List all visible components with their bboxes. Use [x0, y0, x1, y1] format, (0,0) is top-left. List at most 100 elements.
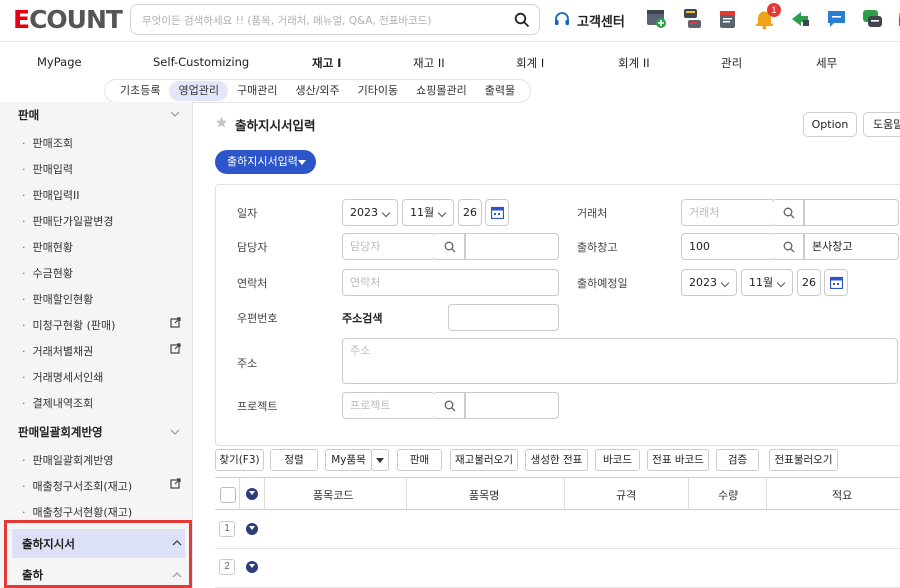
sidebar-item[interactable]: 판매할인현황: [22, 291, 94, 307]
barcode-button[interactable]: 바코드: [595, 449, 640, 471]
messenger-icon[interactable]: [861, 7, 884, 30]
external-link-icon[interactable]: [170, 343, 181, 354]
created-slip-button[interactable]: 생성한 전표: [525, 449, 588, 471]
sidebar-group-shipping-order[interactable]: 출하지시서: [12, 529, 185, 558]
down-arrow-icon[interactable]: [246, 488, 258, 500]
zip-input[interactable]: [448, 304, 559, 331]
find-button[interactable]: 찾기(F3): [215, 449, 264, 471]
chat-icon[interactable]: [825, 7, 848, 30]
subnav-print[interactable]: 출력물: [476, 81, 524, 101]
nav-tax[interactable]: 세무: [816, 55, 837, 71]
load-slip-button[interactable]: 전표불러오기: [769, 449, 838, 471]
sidebar-group-shipping[interactable]: 출하: [22, 567, 43, 583]
search-input[interactable]: 무엇이든 검색하세요 !! (품목, 거래처, 메뉴얼, Q&A, 전표바코드): [142, 13, 431, 28]
nav-management[interactable]: 관리: [721, 55, 742, 71]
sidebar-item[interactable]: 미청구현황 (판매): [22, 317, 116, 333]
col-quantity[interactable]: 수량: [718, 487, 738, 503]
subnav-production[interactable]: 생산/외주: [286, 81, 348, 101]
contact-input[interactable]: 연락처: [342, 269, 559, 296]
ship-year-select[interactable]: 2023: [681, 269, 737, 296]
manager-search-button[interactable]: [435, 233, 465, 260]
subnav-other-transfer[interactable]: 기타이동: [349, 81, 407, 101]
sidebar-item[interactable]: 수금현황: [22, 265, 73, 281]
load-inventory-button[interactable]: 재고불러오기: [450, 449, 518, 471]
subnav-shopping-mall[interactable]: 쇼핑몰관리: [407, 81, 476, 101]
col-memo[interactable]: 적요: [832, 487, 852, 503]
warehouse-search-button[interactable]: [774, 233, 804, 260]
table-row[interactable]: 1: [215, 511, 900, 549]
sidebar-item[interactable]: 판매입력: [22, 161, 73, 177]
ship-month-select[interactable]: 11월: [741, 269, 793, 296]
sidebar-item[interactable]: 매출청구서현황(재고): [22, 504, 133, 520]
sidebar-group-batch-accounting[interactable]: 판매일괄회계반영: [18, 424, 103, 440]
sidebar-group-sales[interactable]: 판매: [18, 107, 39, 123]
my-items-dropdown[interactable]: [371, 449, 389, 471]
down-arrow-icon[interactable]: [246, 561, 258, 573]
customer-name-input[interactable]: [804, 199, 899, 226]
customer-search-button[interactable]: [774, 199, 804, 226]
ecount-logo[interactable]: ECOUNT: [13, 5, 123, 34]
nav-inventory-2[interactable]: 재고 II: [413, 55, 445, 71]
add-window-icon[interactable]: [645, 7, 668, 30]
memo-icon[interactable]: [717, 7, 740, 30]
project-search-button[interactable]: [435, 392, 465, 419]
chevron-down-icon[interactable]: [170, 111, 180, 117]
external-link-icon[interactable]: [170, 317, 181, 328]
col-spec[interactable]: 규격: [616, 487, 636, 503]
external-link-icon[interactable]: [170, 478, 181, 489]
down-arrow-icon[interactable]: [246, 523, 258, 535]
chevron-up-icon[interactable]: [172, 572, 182, 578]
ship-day-input[interactable]: 26: [797, 269, 821, 296]
nav-mypage[interactable]: MyPage: [37, 55, 82, 69]
calendar-button[interactable]: [485, 199, 509, 226]
sidebar-item[interactable]: 판매입력II: [22, 187, 80, 203]
warehouse-name-input[interactable]: 본사창고: [804, 233, 899, 260]
project-input[interactable]: 프로젝트: [342, 392, 436, 419]
nav-self-customizing[interactable]: Self-Customizing: [153, 55, 249, 69]
nav-accounting-1[interactable]: 회계 I: [516, 55, 544, 71]
sidebar-item[interactable]: 판매현황: [22, 239, 73, 255]
my-items-button[interactable]: My품목: [325, 449, 372, 471]
subnav-basic-registration[interactable]: 기초등록: [111, 81, 169, 101]
sidebar-item[interactable]: 거래명세서인쇄: [22, 369, 104, 385]
date-day-input[interactable]: 26: [458, 199, 482, 226]
sort-button[interactable]: 정렬: [270, 449, 318, 471]
subnav-sales-management[interactable]: 영업관리: [169, 81, 228, 101]
chevron-up-icon[interactable]: [172, 540, 182, 546]
favorite-star-icon[interactable]: [215, 116, 228, 129]
date-month-select[interactable]: 11월: [402, 199, 454, 226]
date-year-select[interactable]: 2023: [342, 199, 398, 226]
address-search-link[interactable]: 주소검색: [342, 310, 382, 326]
sidebar-item[interactable]: 판매단가일괄변경: [22, 213, 114, 229]
chevron-down-icon[interactable]: [170, 429, 180, 435]
transfer-icon[interactable]: [789, 7, 812, 30]
select-all-checkbox[interactable]: [220, 487, 236, 503]
subnav-purchase-management[interactable]: 구매관리: [228, 81, 286, 101]
col-item-code[interactable]: 품목코드: [313, 487, 353, 503]
notification-bell-icon[interactable]: 1: [753, 3, 781, 30]
option-button[interactable]: Option: [803, 112, 857, 137]
help-button[interactable]: 도움말: [863, 112, 900, 137]
warehouse-code-input[interactable]: 100: [681, 233, 775, 260]
sidebar-item[interactable]: 거래처별채권: [22, 343, 94, 359]
global-search[interactable]: 무엇이든 검색하세요 !! (품목, 거래처, 메뉴얼, Q&A, 전표바코드): [130, 4, 540, 35]
search-icon[interactable]: [514, 12, 530, 28]
mode-dropdown[interactable]: 출하지시서입력: [215, 150, 316, 174]
address-textarea[interactable]: 주소: [342, 338, 898, 384]
ship-calendar-button[interactable]: [824, 269, 848, 296]
sidebar-item[interactable]: 판매조회: [22, 135, 73, 151]
sidebar-item[interactable]: 판매일괄회계반영: [22, 452, 114, 468]
org-chart-icon[interactable]: [681, 7, 704, 30]
sidebar-item[interactable]: 결제내역조회: [22, 395, 94, 411]
project-name-input[interactable]: [465, 392, 559, 419]
customer-input[interactable]: 거래처: [681, 199, 775, 226]
sales-button[interactable]: 판매: [397, 449, 442, 471]
manager-name-input[interactable]: [465, 233, 559, 260]
nav-accounting-2[interactable]: 회계 II: [618, 55, 650, 71]
customer-center-button[interactable]: 고객센터: [553, 10, 625, 30]
nav-inventory-1[interactable]: 재고 I: [312, 55, 341, 71]
manager-input[interactable]: 담당자: [342, 233, 436, 260]
slip-barcode-button[interactable]: 전표 바코드: [647, 449, 709, 471]
validate-button[interactable]: 검증: [716, 449, 759, 471]
sidebar-item[interactable]: 매출청구서조회(재고): [22, 478, 133, 494]
